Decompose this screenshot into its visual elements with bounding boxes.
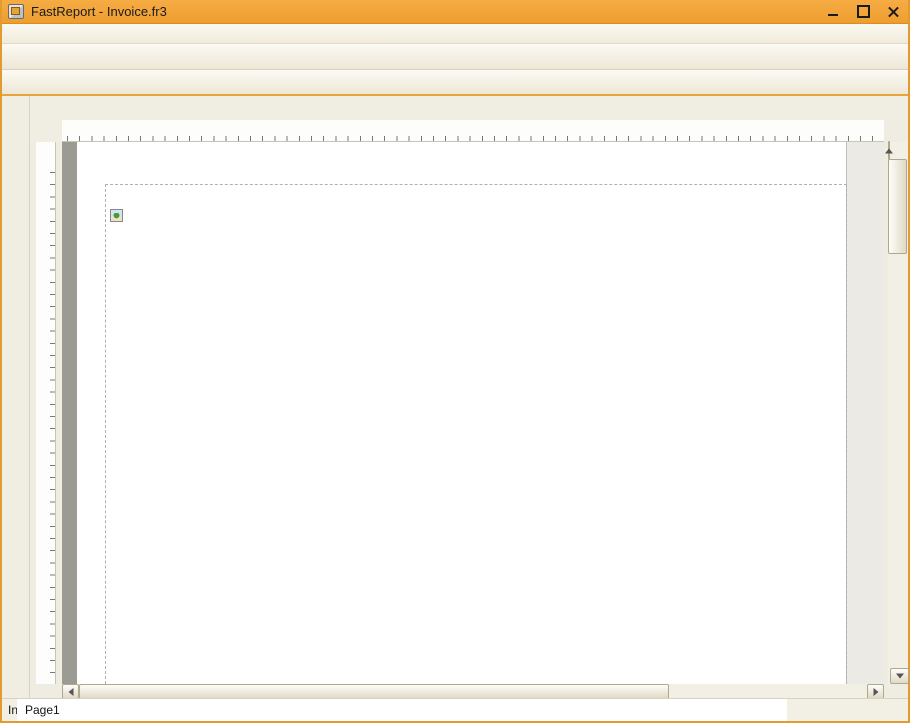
active-page-indicator: Page1: [17, 699, 787, 721]
horizontal-scroll-thumb[interactable]: [79, 684, 669, 699]
status-bar: Inches 6.68; 2.39 Page1: [2, 698, 908, 721]
app-window: FastReport - Invoice.fr3 Inches: [0, 0, 910, 723]
title-bar: FastReport - Invoice.fr3: [2, 0, 908, 24]
scroll-right-button[interactable]: [867, 684, 884, 699]
horizontal-ruler: [62, 120, 884, 142]
minimize-button[interactable]: [818, 0, 848, 23]
vertical-scrollbar[interactable]: [888, 142, 908, 684]
page-shadow: [62, 142, 77, 684]
tab-bar: [2, 96, 908, 120]
scroll-up-button[interactable]: [888, 141, 890, 160]
maximize-button[interactable]: [848, 0, 878, 23]
scroll-left-button[interactable]: [62, 684, 79, 699]
scroll-down-button[interactable]: [890, 668, 909, 684]
text-toolbar: [2, 70, 908, 96]
standard-toolbar: [2, 44, 908, 70]
close-button[interactable]: [878, 0, 908, 23]
design-canvas[interactable]: [62, 142, 884, 684]
ruler-corner: [30, 120, 62, 142]
page-margin-frame: [105, 184, 847, 684]
menu-bar: [2, 24, 908, 44]
app-icon: [8, 4, 24, 19]
window-title: FastReport - Invoice.fr3: [31, 4, 167, 19]
vertical-ruler: [36, 142, 56, 684]
window-controls: [818, 0, 908, 23]
vertical-scroll-thumb[interactable]: [888, 159, 907, 254]
picture-placeholder[interactable]: [110, 209, 123, 222]
object-toolbar: [2, 96, 30, 698]
